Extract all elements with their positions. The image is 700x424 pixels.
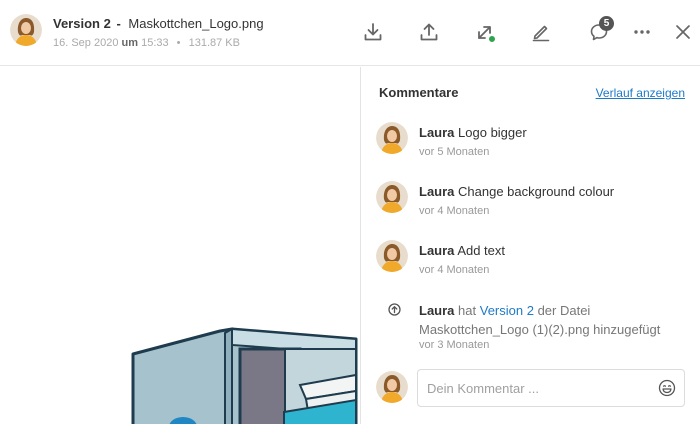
file-time: 15:33 xyxy=(141,37,169,49)
download-icon xyxy=(364,23,382,41)
comment-author[interactable]: Laura xyxy=(419,184,454,199)
panel-title: Kommentare xyxy=(379,85,459,100)
comment-input-box xyxy=(417,369,685,407)
comments-count-badge: 5 xyxy=(599,16,614,31)
comment-author[interactable]: Laura xyxy=(419,125,454,140)
file-date: 16. Sep 2020 xyxy=(53,37,119,49)
upload-button[interactable] xyxy=(415,18,443,46)
upload-icon xyxy=(420,23,438,41)
edit-button[interactable] xyxy=(527,18,555,46)
file-size: 131.87 KB xyxy=(188,37,240,49)
version-label: Version 2 xyxy=(53,16,111,31)
avatar[interactable] xyxy=(376,240,408,272)
event-pre: hat xyxy=(458,303,477,318)
comment-time: vor 4 Monaten xyxy=(419,264,490,276)
share-link-button[interactable] xyxy=(471,18,499,46)
comment-time: vor 4 Monaten xyxy=(419,205,490,217)
comment-composer xyxy=(376,369,696,409)
meta-dot: • xyxy=(176,37,181,49)
time-word: um xyxy=(121,37,139,49)
version-event-text: Laura hat Version 2 der Datei Maskottche… xyxy=(419,301,699,339)
close-icon xyxy=(676,25,690,39)
avatar[interactable] xyxy=(376,371,408,403)
download-button[interactable] xyxy=(359,18,387,46)
more-icon xyxy=(634,30,650,34)
event-author[interactable]: Laura xyxy=(419,303,454,318)
comment-text: Laura Add text xyxy=(419,243,505,258)
title-separator: - xyxy=(116,16,121,31)
event-file: Maskottchen_Logo (1)(2).png hinzugefügt xyxy=(419,322,661,337)
comment-text: Laura Logo bigger xyxy=(419,125,527,140)
comments-panel: Kommentare Verlauf anzeigen Laura Logo b… xyxy=(360,67,700,424)
comments-button[interactable]: 5 xyxy=(585,16,614,46)
file-meta: 16. Sep 2020 um 15:33 • 131.87 KB xyxy=(53,37,240,49)
image-preview xyxy=(0,67,360,424)
more-button[interactable] xyxy=(628,18,656,46)
close-button[interactable] xyxy=(669,18,697,46)
event-time: vor 3 Monaten xyxy=(419,339,490,351)
version-link[interactable]: Version 2 xyxy=(480,303,534,318)
history-link[interactable]: Verlauf anzeigen xyxy=(596,86,685,100)
comment-text: Laura Change background colour xyxy=(419,184,614,199)
comment-time: vor 5 Monaten xyxy=(419,146,490,158)
avatar[interactable] xyxy=(376,181,408,213)
upload-circle-icon xyxy=(388,303,401,316)
comment-author[interactable]: Laura xyxy=(419,243,454,258)
avatar[interactable] xyxy=(376,122,408,154)
comment-input[interactable] xyxy=(427,370,647,406)
version-title: Version 2 - Maskottchen_Logo.png xyxy=(53,16,264,31)
user-avatar[interactable] xyxy=(10,14,42,46)
share-status-dot xyxy=(488,35,496,43)
file-name: Maskottchen_Logo.png xyxy=(128,16,264,31)
file-header: Version 2 - Maskottchen_Logo.png 16. Sep… xyxy=(0,0,700,66)
event-post: der Datei xyxy=(537,303,591,318)
comment-message: Change background colour xyxy=(458,184,615,199)
emoji-icon[interactable] xyxy=(658,379,676,397)
comment-message: Logo bigger xyxy=(458,125,527,140)
mascot-image xyxy=(131,327,358,424)
pencil-icon xyxy=(532,25,550,42)
comment-message: Add text xyxy=(457,243,506,258)
